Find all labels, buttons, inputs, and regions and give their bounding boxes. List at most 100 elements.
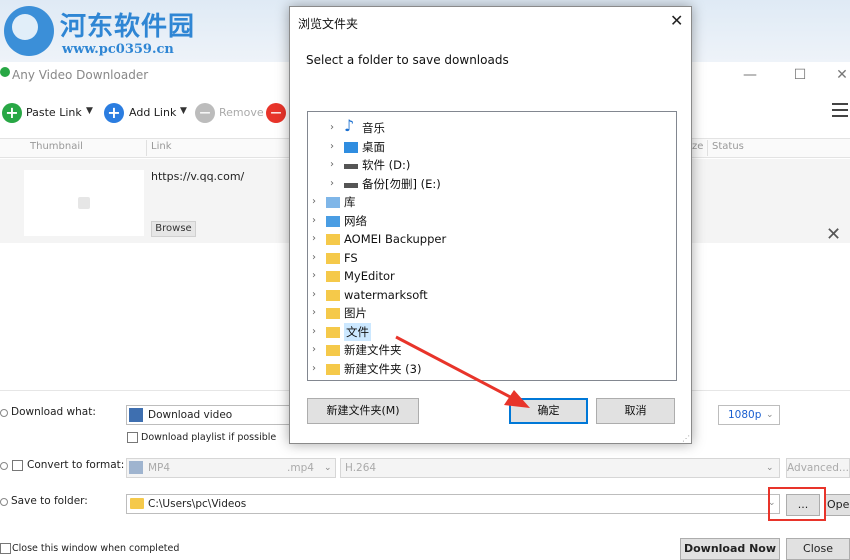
codec-select[interactable] xyxy=(340,458,780,478)
download-now-button[interactable]: Download Now xyxy=(680,538,780,560)
add-link-button[interactable]: Add Link xyxy=(129,106,176,119)
chevron-right-icon[interactable]: › xyxy=(312,193,316,211)
format-value: MP4 xyxy=(148,462,171,474)
row-link-text: https://v.qq.com/ xyxy=(151,170,245,183)
tree-item[interactable]: › 网络 xyxy=(308,212,674,230)
convert-checkbox[interactable] xyxy=(12,460,23,471)
chevron-down-icon[interactable]: ⌄ xyxy=(766,410,774,420)
chevron-down-icon[interactable]: ⌄ xyxy=(324,463,332,473)
convert-radio[interactable] xyxy=(0,462,8,470)
video-icon xyxy=(129,408,143,422)
minimize-button[interactable]: — xyxy=(730,64,770,86)
dialog-title: 浏览文件夹 xyxy=(298,17,359,31)
drive-icon xyxy=(344,164,358,169)
chevron-right-icon[interactable]: › xyxy=(312,323,316,341)
folder-tree[interactable]: › ♪ 音乐 › 桌面 › 软件 (D:) › 备份[勿删] (E:) › 库 › 网络 › AOMEI B… xyxy=(307,111,677,381)
save-folder-radio[interactable] xyxy=(0,498,8,506)
chevron-right-icon[interactable]: › xyxy=(312,249,316,267)
download-playlist-checkbox[interactable] xyxy=(127,432,138,443)
paste-link-icon[interactable]: + xyxy=(2,103,22,123)
tree-item[interactable]: › ♪ 音乐 xyxy=(308,117,674,137)
tree-item-label: 备份[勿删] (E:) xyxy=(362,176,441,191)
remove-row-icon[interactable]: ✕ xyxy=(826,224,841,245)
column-separator xyxy=(707,140,708,156)
browse-folder-dialog: 浏览文件夹 ✕ Select a folder to save download… xyxy=(289,6,692,444)
chevron-right-icon[interactable]: › xyxy=(312,267,316,285)
chevron-right-icon[interactable]: › xyxy=(330,156,334,174)
chevron-right-icon[interactable]: › xyxy=(312,286,316,304)
tree-item-label: 桌面 xyxy=(362,139,385,154)
chevron-right-icon[interactable]: › xyxy=(312,360,316,378)
tree-item[interactable]: › 新建文件夹 (3) xyxy=(308,360,674,378)
save-folder-label: Save to folder: xyxy=(11,495,88,507)
folder-icon xyxy=(326,345,340,356)
chevron-right-icon[interactable]: › xyxy=(312,304,316,322)
codec-value: H.264 xyxy=(345,462,377,474)
chevron-right-icon[interactable]: › xyxy=(312,341,316,359)
close-button[interactable]: Close xyxy=(786,538,850,560)
folder-icon xyxy=(130,498,144,509)
chevron-right-icon[interactable]: › xyxy=(312,212,316,230)
library-icon xyxy=(326,197,340,208)
app-close-button[interactable]: ✕ xyxy=(822,64,850,86)
desktop-icon xyxy=(344,141,358,153)
column-thumbnail: Thumbnail xyxy=(30,141,83,152)
column-size: ze xyxy=(692,141,704,152)
format-ext: .mp4 xyxy=(287,462,314,474)
cancel-button[interactable]: 取消 xyxy=(596,398,675,424)
chevron-right-icon[interactable]: › xyxy=(330,138,334,156)
tree-item[interactable]: › AOMEI Backupper xyxy=(308,230,674,248)
download-what-radio[interactable] xyxy=(0,409,8,417)
advanced-button[interactable]: Advanced... xyxy=(786,458,850,478)
maximize-button[interactable]: ☐ xyxy=(780,64,820,86)
watermark-url: www.pc0359.cn xyxy=(62,42,174,57)
remove-icon[interactable]: — xyxy=(195,103,215,123)
tree-item[interactable]: › 备份[勿删] (E:) xyxy=(308,175,674,193)
hamburger-menu-icon[interactable] xyxy=(832,103,848,117)
tree-item-label: 新建文件夹 xyxy=(344,343,402,357)
tree-scrollbar[interactable] xyxy=(676,112,677,380)
tree-item[interactable]: › watermarksoft xyxy=(308,286,674,304)
paste-link-button[interactable]: Paste Link xyxy=(26,106,82,119)
tree-item[interactable]: › 库 xyxy=(308,193,674,211)
chevron-right-icon[interactable]: › xyxy=(312,230,316,248)
save-path-value: C:\Users\pc\Videos xyxy=(148,498,247,510)
chevron-down-icon[interactable]: ⌄ xyxy=(766,463,774,473)
remove-button[interactable]: Remove xyxy=(219,106,264,119)
add-link-dropdown-icon[interactable]: ▼ xyxy=(180,106,187,116)
stop-icon[interactable]: — xyxy=(266,103,286,123)
tree-item[interactable]: › MyEditor xyxy=(308,267,674,285)
chevron-right-icon[interactable]: › xyxy=(330,175,334,193)
tree-item[interactable]: › FS xyxy=(308,249,674,267)
resize-grip-icon[interactable]: ⋰ xyxy=(682,434,690,443)
folder-icon xyxy=(326,326,340,338)
add-link-icon[interactable]: + xyxy=(104,103,124,123)
tree-item-label: 网络 xyxy=(344,213,367,228)
new-folder-button[interactable]: 新建文件夹(M) xyxy=(307,398,419,424)
tree-item[interactable]: › 软件 (D:) xyxy=(308,156,674,174)
folder-icon xyxy=(326,289,340,301)
download-what-label: Download what: xyxy=(11,406,96,418)
chevron-right-icon[interactable]: › xyxy=(330,119,334,137)
tree-item-selected[interactable]: › 文件 xyxy=(308,322,674,341)
browse-button[interactable]: Browse xyxy=(151,221,196,237)
resolution-value: 1080p xyxy=(728,409,762,421)
ok-button[interactable]: 确定 xyxy=(509,398,588,424)
folder-icon xyxy=(326,363,340,375)
tree-item[interactable]: › 新建文件夹 xyxy=(308,341,674,359)
highlight-box xyxy=(768,487,826,521)
tree-item-label: FS xyxy=(344,250,358,265)
tree-item[interactable]: › 图片 xyxy=(308,304,674,322)
dialog-close-icon[interactable]: ✕ xyxy=(670,11,683,30)
column-status: Status xyxy=(712,141,744,152)
paste-link-dropdown-icon[interactable]: ▼ xyxy=(86,106,93,116)
watermark-title: 河东软件园 xyxy=(60,12,196,42)
folder-icon xyxy=(326,252,340,264)
open-folder-button[interactable]: Open xyxy=(824,494,850,516)
tree-item-label: 新建文件夹 (3) xyxy=(344,361,422,376)
tree-item[interactable]: › 桌面 xyxy=(308,138,674,156)
folder-icon xyxy=(326,271,340,282)
close-when-done-checkbox[interactable] xyxy=(0,543,11,554)
watermark-logo-inner xyxy=(12,14,38,40)
tree-item-label: 库 xyxy=(344,195,356,209)
